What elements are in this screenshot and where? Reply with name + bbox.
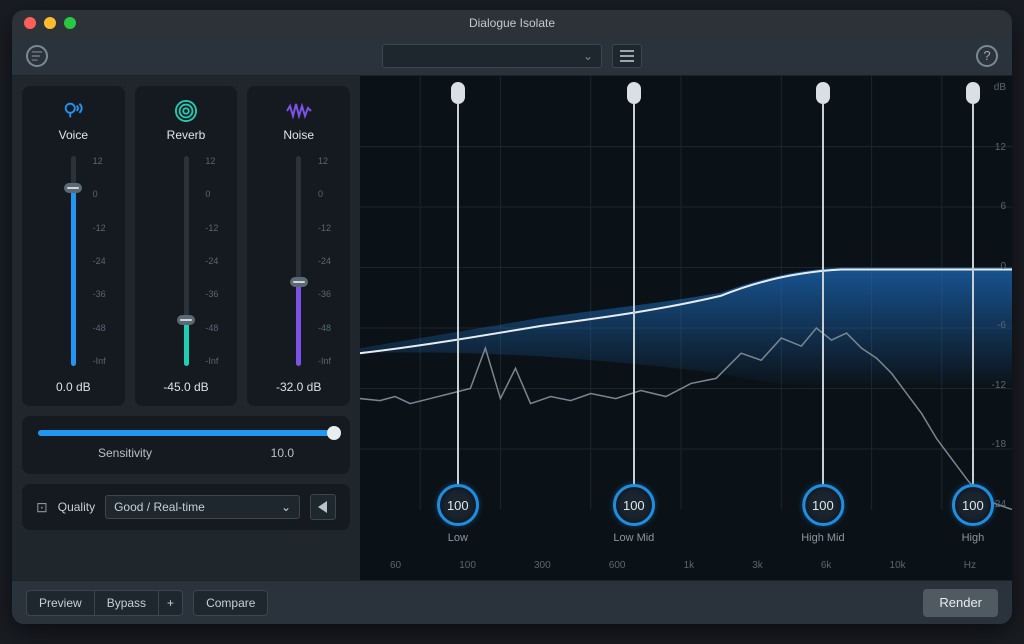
db-scale: dB 12 6 0 -6 -12 -18 -24 — [976, 82, 1006, 510]
sensitivity-value[interactable]: 10.0 — [271, 446, 294, 460]
quality-icon: ⊡ — [36, 499, 48, 516]
reverb-value[interactable]: -45.0 dB — [163, 380, 208, 394]
close-window-button[interactable] — [24, 17, 36, 29]
band-knob-high[interactable]: 100 High — [952, 484, 994, 544]
traffic-lights — [24, 17, 76, 29]
compare-button[interactable]: Compare — [193, 590, 268, 616]
band-handle-lowmid[interactable] — [627, 82, 641, 104]
voice-fader[interactable]: 120-12-24-36-48-Inf — [30, 156, 117, 366]
gain-sliders-row: Voice 120-12-24-36-48-Inf 0.0 dB — [22, 86, 350, 406]
quality-value: Good / Real-time — [114, 500, 205, 514]
noise-icon — [286, 100, 312, 122]
reverb-icon — [175, 100, 197, 122]
footer-toolbar: Preview Bypass + Compare Render — [12, 580, 1012, 624]
dialogue-icon[interactable] — [26, 45, 48, 67]
reverb-scale: 120-12-24-36-48-Inf — [205, 156, 229, 366]
left-panel: Voice 120-12-24-36-48-Inf 0.0 dB — [12, 76, 360, 580]
band-handle-highmid[interactable] — [816, 82, 830, 104]
voice-value[interactable]: 0.0 dB — [56, 380, 91, 394]
band-handle-low[interactable] — [451, 82, 465, 104]
spectrum-display[interactable]: dB 12 6 0 -6 -12 -18 -24 100 Low 100 Low… — [360, 76, 1012, 580]
quality-label: Quality — [58, 500, 95, 514]
zoom-window-button[interactable] — [64, 17, 76, 29]
noise-label: Noise — [283, 128, 314, 142]
main-content: Voice 120-12-24-36-48-Inf 0.0 dB — [12, 76, 1012, 580]
help-button[interactable]: ? — [976, 45, 998, 67]
noise-value[interactable]: -32.0 dB — [276, 380, 321, 394]
app-window: Dialogue Isolate ⌄ ? — [12, 10, 1012, 624]
noise-fader[interactable]: 120-12-24-36-48-Inf — [255, 156, 342, 366]
top-toolbar: ⌄ ? — [12, 36, 1012, 76]
band-knob-low[interactable]: 100 Low — [437, 484, 479, 544]
band-line-low — [457, 104, 459, 510]
bypass-button[interactable]: Bypass — [95, 590, 159, 616]
hz-scale: 60 100 300 600 1k 3k 6k 10k Hz — [390, 560, 976, 574]
minimize-window-button[interactable] — [44, 17, 56, 29]
band-handle-high[interactable] — [966, 82, 980, 104]
chevron-down-icon: ⌄ — [583, 49, 593, 63]
noise-scale: 120-12-24-36-48-Inf — [318, 156, 342, 366]
voice-slider-card: Voice 120-12-24-36-48-Inf 0.0 dB — [22, 86, 125, 406]
render-button[interactable]: Render — [923, 589, 998, 617]
noise-slider-card: Noise 120-12-24-36-48-Inf -32.0 dB — [247, 86, 350, 406]
titlebar: Dialogue Isolate — [12, 10, 1012, 36]
band-knob-highmid[interactable]: 100 High Mid — [801, 484, 844, 544]
quality-dropdown[interactable]: Good / Real-time ⌄ — [105, 495, 300, 519]
add-button[interactable]: + — [159, 590, 183, 616]
band-line-highmid — [822, 104, 824, 510]
sensitivity-label: Sensitivity — [98, 446, 152, 460]
band-line-high — [972, 104, 974, 510]
sensitivity-slider[interactable] — [38, 430, 334, 436]
voice-icon — [62, 100, 84, 122]
band-line-lowmid — [633, 104, 635, 510]
window-title: Dialogue Isolate — [12, 16, 1012, 30]
preview-button[interactable]: Preview — [26, 590, 95, 616]
preview-play-button[interactable] — [310, 494, 336, 520]
preset-dropdown[interactable]: ⌄ — [382, 44, 602, 68]
reverb-slider-card: Reverb 120-12-24-36-48-Inf -45.0 dB — [135, 86, 238, 406]
band-knob-lowmid[interactable]: 100 Low Mid — [613, 484, 655, 544]
reverb-label: Reverb — [167, 128, 206, 142]
chevron-down-icon: ⌄ — [281, 500, 291, 514]
voice-label: Voice — [59, 128, 88, 142]
sensitivity-card: Sensitivity 10.0 — [22, 416, 350, 474]
voice-scale: 120-12-24-36-48-Inf — [93, 156, 117, 366]
reverb-fader[interactable]: 120-12-24-36-48-Inf — [143, 156, 230, 366]
quality-card: ⊡ Quality Good / Real-time ⌄ — [22, 484, 350, 530]
preset-menu-button[interactable] — [612, 44, 642, 68]
